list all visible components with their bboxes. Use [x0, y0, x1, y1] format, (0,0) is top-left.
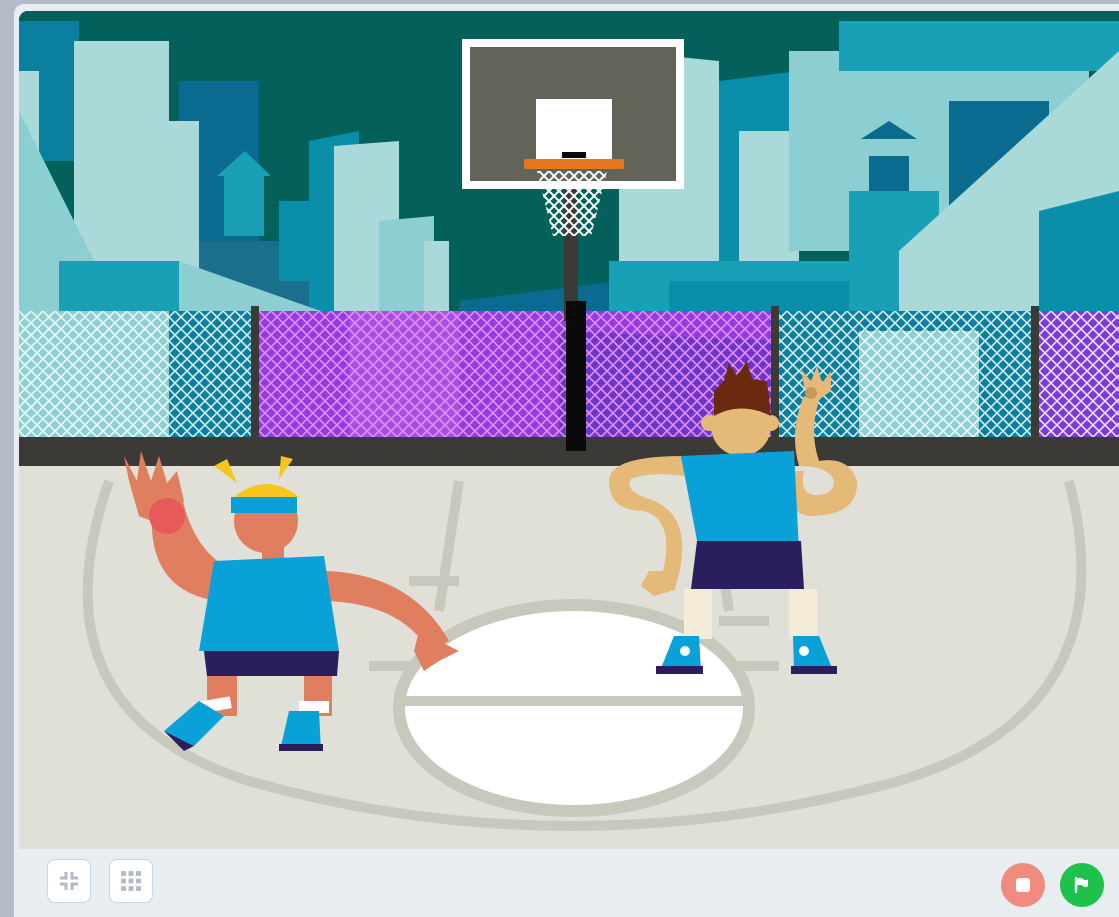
green-flag-icon [1074, 876, 1088, 894]
grid-icon [121, 871, 141, 891]
unfullscreen-button[interactable] [47, 859, 91, 903]
player-window [14, 4, 1119, 917]
stage[interactable] [19, 11, 1119, 849]
unfullscreen-icon [60, 872, 78, 890]
stop-icon [1016, 878, 1030, 892]
green-flag-button[interactable] [1060, 863, 1104, 907]
player-controls [14, 849, 1119, 917]
stage-scene [19, 11, 1119, 849]
stop-button[interactable] [1001, 863, 1045, 907]
grid-view-button[interactable] [109, 859, 153, 903]
